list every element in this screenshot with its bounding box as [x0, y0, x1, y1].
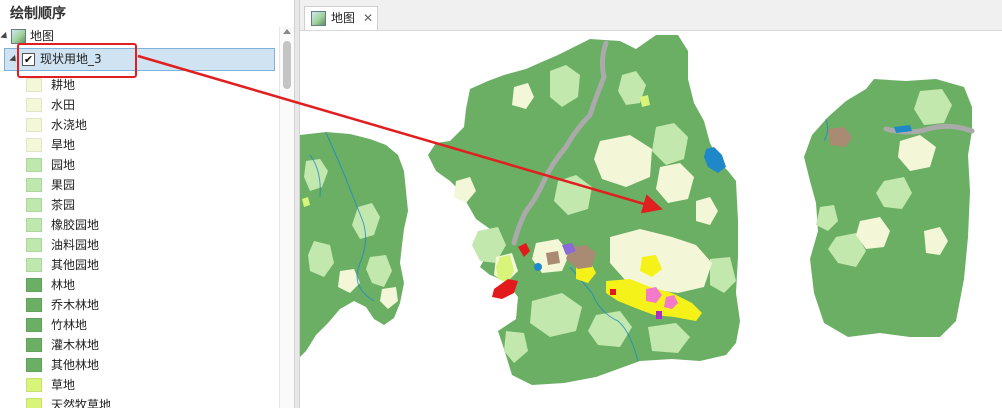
contents-pane: 绘制顺序 地图 ✔ 现状用地_3 耕地水田水浇地旱地园地果园茶园橡胶园地油料园地… — [0, 0, 278, 408]
map-tab-label: 地图 — [331, 11, 356, 25]
legend-label: 草地 — [51, 378, 76, 392]
layer-visibility-checkbox[interactable]: ✔ — [22, 53, 35, 66]
legend-label: 耕地 — [51, 78, 76, 92]
legend-item[interactable]: 橡胶园地 — [0, 215, 278, 235]
expand-arrow-icon[interactable] — [0, 31, 10, 42]
legend-item[interactable]: 林地 — [0, 275, 278, 295]
legend-item[interactable]: 天然牧草地 — [0, 395, 278, 408]
legend-item[interactable]: 茶园 — [0, 195, 278, 215]
legend-label: 林地 — [51, 278, 76, 292]
map-region-central — [428, 35, 740, 385]
legend-label: 旱地 — [51, 138, 76, 152]
legend-item[interactable]: 油料园地 — [0, 235, 278, 255]
legend-item[interactable]: 其他林地 — [0, 355, 278, 375]
scroll-up-arrow-icon[interactable] — [283, 29, 291, 34]
legend-item[interactable]: 水浇地 — [0, 115, 278, 135]
legend-label: 天然牧草地 — [51, 398, 112, 408]
layer-tree-node[interactable]: ✔ 现状用地_3 — [4, 48, 275, 71]
contents-scrollbar[interactable] — [279, 27, 294, 408]
legend-swatch[interactable] — [26, 258, 42, 272]
legend-label: 灌木林地 — [51, 338, 100, 352]
legend-swatch[interactable] — [26, 338, 42, 352]
legend-label: 油料园地 — [51, 238, 100, 252]
legend-swatch[interactable] — [26, 138, 42, 152]
legend-swatch[interactable] — [26, 178, 42, 192]
legend-swatch[interactable] — [26, 358, 42, 372]
map-tree-node[interactable]: 地图 — [0, 26, 270, 46]
legend-swatch[interactable] — [26, 238, 42, 252]
legend-swatch[interactable] — [26, 298, 42, 312]
expand-arrow-icon[interactable] — [9, 54, 19, 65]
map-region-west — [300, 132, 408, 357]
legend-label: 茶园 — [51, 198, 76, 212]
legend-swatch[interactable] — [26, 78, 42, 92]
legend-label: 乔木林地 — [51, 298, 100, 312]
map-region-east — [804, 79, 975, 337]
legend-label: 园地 — [51, 158, 76, 172]
close-icon[interactable]: ✕ — [363, 8, 373, 28]
legend-item[interactable]: 草地 — [0, 375, 278, 395]
legend-swatch[interactable] — [26, 158, 42, 172]
legend-swatch[interactable] — [26, 278, 42, 292]
legend-item[interactable]: 果园 — [0, 175, 278, 195]
legend-label: 橡胶园地 — [51, 218, 100, 232]
legend-item[interactable]: 竹林地 — [0, 315, 278, 335]
legend-label: 果园 — [51, 178, 76, 192]
legend-swatch[interactable] — [26, 318, 42, 332]
legend-item[interactable]: 灌木林地 — [0, 335, 278, 355]
legend-swatch[interactable] — [26, 378, 42, 392]
legend-swatch[interactable] — [26, 218, 42, 232]
legend-label: 水田 — [51, 98, 76, 112]
legend-list: 耕地水田水浇地旱地园地果园茶园橡胶园地油料园地其他园地林地乔木林地竹林地灌木林地… — [0, 75, 278, 408]
legend-item[interactable]: 园地 — [0, 155, 278, 175]
contents-pane-title: 绘制顺序 — [10, 6, 66, 22]
tab-map[interactable]: 地图 ✕ — [304, 6, 378, 30]
map-icon — [311, 11, 326, 26]
scrollbar-thumb[interactable] — [283, 41, 291, 89]
legend-item[interactable]: 水田 — [0, 95, 278, 115]
legend-label: 其他园地 — [51, 258, 100, 272]
legend-item[interactable]: 其他园地 — [0, 255, 278, 275]
map-tab-bar: 地图 ✕ — [300, 0, 1002, 31]
legend-swatch[interactable] — [26, 398, 42, 408]
legend-swatch[interactable] — [26, 198, 42, 212]
legend-item[interactable]: 耕地 — [0, 75, 278, 95]
legend-label: 其他林地 — [51, 358, 100, 372]
legend-swatch[interactable] — [26, 98, 42, 112]
legend-label: 水浇地 — [51, 118, 88, 132]
layer-name-label: 现状用地_3 — [40, 52, 102, 66]
map-canvas[interactable] — [300, 31, 1002, 408]
map-node-label: 地图 — [30, 29, 55, 43]
map-icon — [11, 29, 26, 44]
legend-label: 竹林地 — [51, 318, 88, 332]
legend-swatch[interactable] — [26, 118, 42, 132]
legend-item[interactable]: 旱地 — [0, 135, 278, 155]
legend-item[interactable]: 乔木林地 — [0, 295, 278, 315]
land-use-map — [300, 35, 975, 385]
